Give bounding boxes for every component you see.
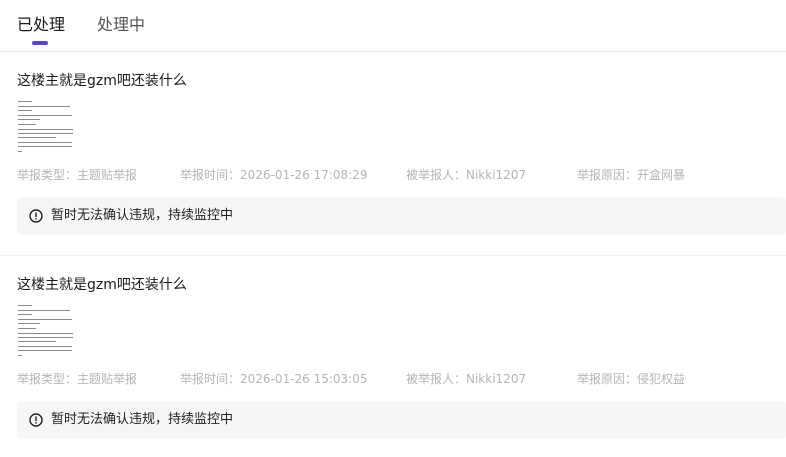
post-title[interactable]: 这楼主就是gzm吧还装什么 xyxy=(17,71,187,91)
report-type: 举报类型：主题贴举报 xyxy=(17,168,138,182)
tab-processed[interactable]: 已处理 xyxy=(17,14,65,36)
exclamation-circle-icon xyxy=(29,209,43,223)
tab-bar: 已处理 处理中 xyxy=(0,0,786,52)
report-time: 举报时间：2026-01-26 17:08:29 xyxy=(180,168,368,182)
status-text: 暂时无法确认违规，持续监控中 xyxy=(51,208,234,223)
report-type: 举报类型：主题贴举报 xyxy=(17,372,138,386)
reported-user: 被举报人：Nikki1207 xyxy=(406,168,527,182)
status-text: 暂时无法确认违规，持续监控中 xyxy=(51,412,234,427)
status-box: 暂时无法确认违规，持续监控中 xyxy=(17,197,786,235)
report-reason: 举报原因：侵犯权益 xyxy=(577,372,686,386)
report-item: 这楼主就是gzm吧还装什么 举报类型：主题贴举报 举报时间：2026-01-26… xyxy=(0,257,786,457)
report-time: 举报时间：2026-01-26 15:03:05 xyxy=(180,372,368,386)
active-tab-indicator xyxy=(32,41,48,45)
report-item: 这楼主就是gzm吧还装什么 举报类型：主题贴举报 举报时间：2026-01-26… xyxy=(0,53,786,256)
status-box: 暂时无法确认违规，持续监控中 xyxy=(17,401,786,439)
post-title[interactable]: 这楼主就是gzm吧还装什么 xyxy=(17,275,187,295)
exclamation-circle-icon xyxy=(29,413,43,427)
report-reason: 举报原因：开盒网暴 xyxy=(577,168,686,182)
post-thumbnail[interactable] xyxy=(17,302,77,360)
reported-user: 被举报人：Nikki1207 xyxy=(406,372,527,386)
tab-processing[interactable]: 处理中 xyxy=(97,14,145,36)
post-thumbnail[interactable] xyxy=(17,98,77,156)
